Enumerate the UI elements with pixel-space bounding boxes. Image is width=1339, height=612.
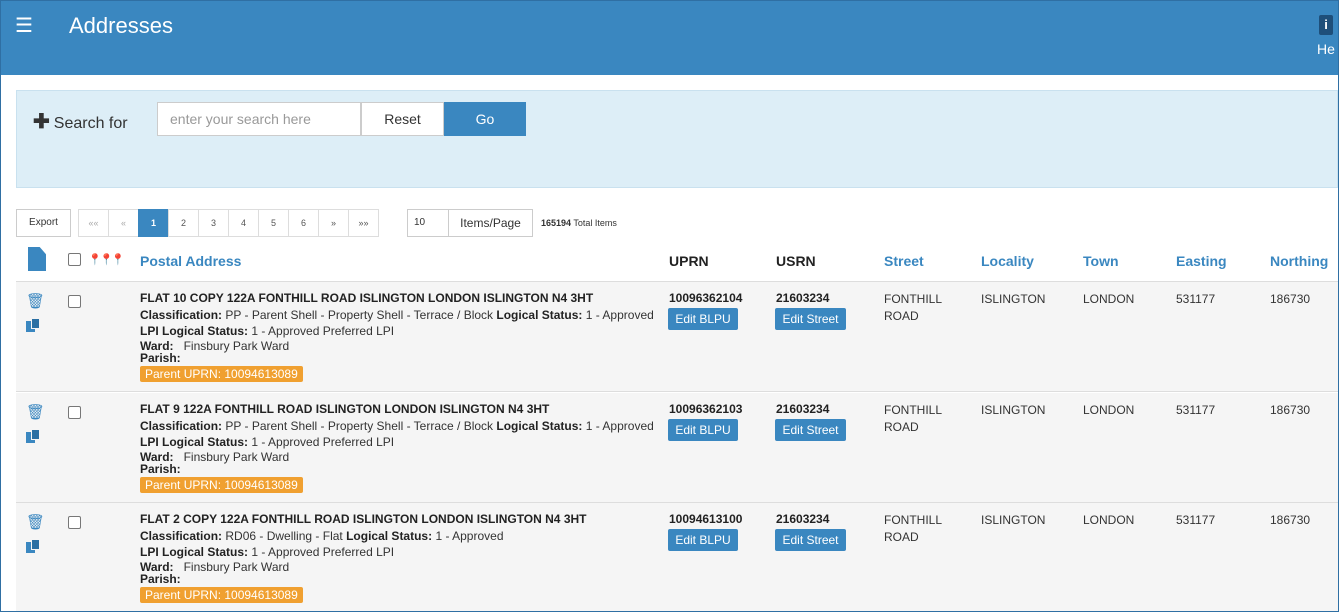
copy-icon[interactable] bbox=[26, 429, 40, 443]
previous-page-button[interactable]: « bbox=[108, 209, 139, 237]
total-items: 165194 Total Items bbox=[541, 218, 617, 228]
last-page-button[interactable]: »» bbox=[348, 209, 379, 237]
column-street[interactable]: Street bbox=[884, 253, 924, 269]
table-row: 🗑 FLAT 9 122A FONTHILL ROAD ISLINGTON LO… bbox=[16, 393, 1338, 503]
trash-icon[interactable]: 🗑 bbox=[26, 292, 45, 310]
edit-street-button[interactable]: Edit Street bbox=[775, 419, 846, 441]
easting-value: 531177 bbox=[1176, 403, 1216, 417]
search-panel: ✚Search for Reset Go bbox=[16, 90, 1338, 188]
column-northing[interactable]: Northing bbox=[1270, 253, 1328, 269]
postal-address: FLAT 10 COPY 122A FONTHILL ROAD ISLINGTO… bbox=[140, 291, 594, 305]
lpi-status-line: LPI Logical Status: 1 - Approved Preferr… bbox=[140, 545, 395, 559]
classification-line: Classification: PP - Parent Shell - Prop… bbox=[140, 419, 654, 433]
search-label: Search for bbox=[53, 115, 128, 132]
parent-uprn-badge[interactable]: Parent UPRN: 10094613089 bbox=[140, 366, 303, 382]
document-icon[interactable] bbox=[28, 247, 46, 271]
go-button[interactable]: Go bbox=[444, 102, 526, 136]
top-bar: ☰ Addresses i He bbox=[1, 1, 1338, 75]
uprn-value: 10096362104 bbox=[669, 291, 743, 305]
plus-icon: ✚ bbox=[33, 111, 50, 133]
town-value: LONDON bbox=[1083, 292, 1135, 306]
edit-street-button[interactable]: Edit Street bbox=[775, 308, 846, 330]
help-label[interactable]: He bbox=[1317, 41, 1335, 57]
classification-line: Classification: RD06 - Dwelling - Flat L… bbox=[140, 529, 504, 543]
row-checkbox[interactable] bbox=[68, 406, 81, 419]
parish-line: Parish: bbox=[140, 351, 181, 365]
town-value: LONDON bbox=[1083, 513, 1135, 527]
postal-address: FLAT 9 122A FONTHILL ROAD ISLINGTON LOND… bbox=[140, 402, 550, 416]
usrn-value: 21603234 bbox=[776, 402, 830, 416]
column-easting[interactable]: Easting bbox=[1176, 253, 1227, 269]
page-1-button[interactable]: 1 bbox=[138, 209, 169, 237]
edit-blpu-button[interactable]: Edit BLPU bbox=[668, 419, 738, 441]
northing-value: 186730 bbox=[1270, 292, 1311, 306]
locality-value: ISLINGTON bbox=[981, 513, 1046, 527]
usrn-value: 21603234 bbox=[776, 512, 830, 526]
reset-button[interactable]: Reset bbox=[361, 102, 444, 136]
info-icon[interactable]: i bbox=[1319, 15, 1333, 35]
street-value: FONTHILL ROAD bbox=[884, 513, 943, 544]
uprn-value: 10096362103 bbox=[669, 402, 743, 416]
copy-icon[interactable] bbox=[26, 539, 40, 553]
easting-value: 531177 bbox=[1176, 292, 1216, 306]
export-button[interactable]: Export bbox=[16, 209, 71, 237]
next-page-button[interactable]: » bbox=[318, 209, 349, 237]
column-locality[interactable]: Locality bbox=[981, 253, 1034, 269]
usrn-value: 21603234 bbox=[776, 291, 830, 305]
easting-value: 531177 bbox=[1176, 513, 1216, 527]
northing-value: 186730 bbox=[1270, 513, 1311, 527]
locality-value: ISLINGTON bbox=[981, 292, 1046, 306]
column-postal-address[interactable]: Postal Address bbox=[140, 253, 241, 269]
lpi-status-line: LPI Logical Status: 1 - Approved Preferr… bbox=[140, 435, 395, 449]
items-per-page-input[interactable]: 10 bbox=[407, 209, 449, 237]
app-frame: ☰ Addresses i He ✚Search for Reset Go Ex… bbox=[0, 0, 1339, 612]
postal-address: FLAT 2 COPY 122A FONTHILL ROAD ISLINGTON… bbox=[140, 512, 587, 526]
table-row: 🗑 FLAT 2 COPY 122A FONTHILL ROAD ISLINGT… bbox=[16, 503, 1338, 611]
trash-icon[interactable]: 🗑 bbox=[26, 513, 45, 531]
uprn-value: 10094613100 bbox=[669, 512, 743, 526]
pagination: «« « 1 2 3 4 5 6 » »» bbox=[78, 209, 379, 237]
page-2-button[interactable]: 2 bbox=[168, 209, 199, 237]
parent-uprn-badge[interactable]: Parent UPRN: 10094613089 bbox=[140, 477, 303, 493]
trash-icon[interactable]: 🗑 bbox=[26, 403, 45, 421]
total-label: Total Items bbox=[573, 218, 617, 228]
parish-line: Parish: bbox=[140, 572, 181, 586]
search-toggle[interactable]: ✚ Search for bbox=[33, 109, 128, 134]
lpi-status-line: LPI Logical Status: 1 - Approved Preferr… bbox=[140, 324, 395, 338]
page-3-button[interactable]: 3 bbox=[198, 209, 229, 237]
street-value: FONTHILL ROAD bbox=[884, 292, 943, 323]
total-count: 165194 bbox=[541, 218, 572, 228]
edit-blpu-button[interactable]: Edit BLPU bbox=[668, 308, 738, 330]
search-input[interactable] bbox=[157, 102, 361, 136]
row-checkbox[interactable] bbox=[68, 516, 81, 529]
column-usrn: USRN bbox=[776, 253, 816, 269]
copy-icon[interactable] bbox=[26, 318, 40, 332]
page-6-button[interactable]: 6 bbox=[288, 209, 319, 237]
select-all-checkbox[interactable] bbox=[68, 253, 81, 266]
parish-line: Parish: bbox=[140, 462, 181, 476]
page-4-button[interactable]: 4 bbox=[228, 209, 259, 237]
column-uprn: UPRN bbox=[669, 253, 709, 269]
menu-icon[interactable]: ☰ bbox=[15, 13, 33, 38]
classification-line: Classification: PP - Parent Shell - Prop… bbox=[140, 308, 654, 322]
northing-value: 186730 bbox=[1270, 403, 1311, 417]
edit-street-button[interactable]: Edit Street bbox=[775, 529, 846, 551]
parent-uprn-badge[interactable]: Parent UPRN: 10094613089 bbox=[140, 587, 303, 603]
map-pins-icon[interactable]: 📍📍📍 bbox=[88, 253, 125, 266]
street-value: FONTHILL ROAD bbox=[884, 403, 943, 434]
table-header: 📍📍📍 Postal Address UPRN USRN Street Loca… bbox=[16, 241, 1338, 282]
row-checkbox[interactable] bbox=[68, 295, 81, 308]
town-value: LONDON bbox=[1083, 403, 1135, 417]
column-town[interactable]: Town bbox=[1083, 253, 1119, 269]
locality-value: ISLINGTON bbox=[981, 403, 1046, 417]
edit-blpu-button[interactable]: Edit BLPU bbox=[668, 529, 738, 551]
page-title: Addresses bbox=[69, 13, 173, 38]
page-5-button[interactable]: 5 bbox=[258, 209, 289, 237]
items-per-page-label[interactable]: Items/Page bbox=[448, 209, 533, 237]
table-row: 🗑 FLAT 10 COPY 122A FONTHILL ROAD ISLING… bbox=[16, 282, 1338, 392]
first-page-button[interactable]: «« bbox=[78, 209, 109, 237]
